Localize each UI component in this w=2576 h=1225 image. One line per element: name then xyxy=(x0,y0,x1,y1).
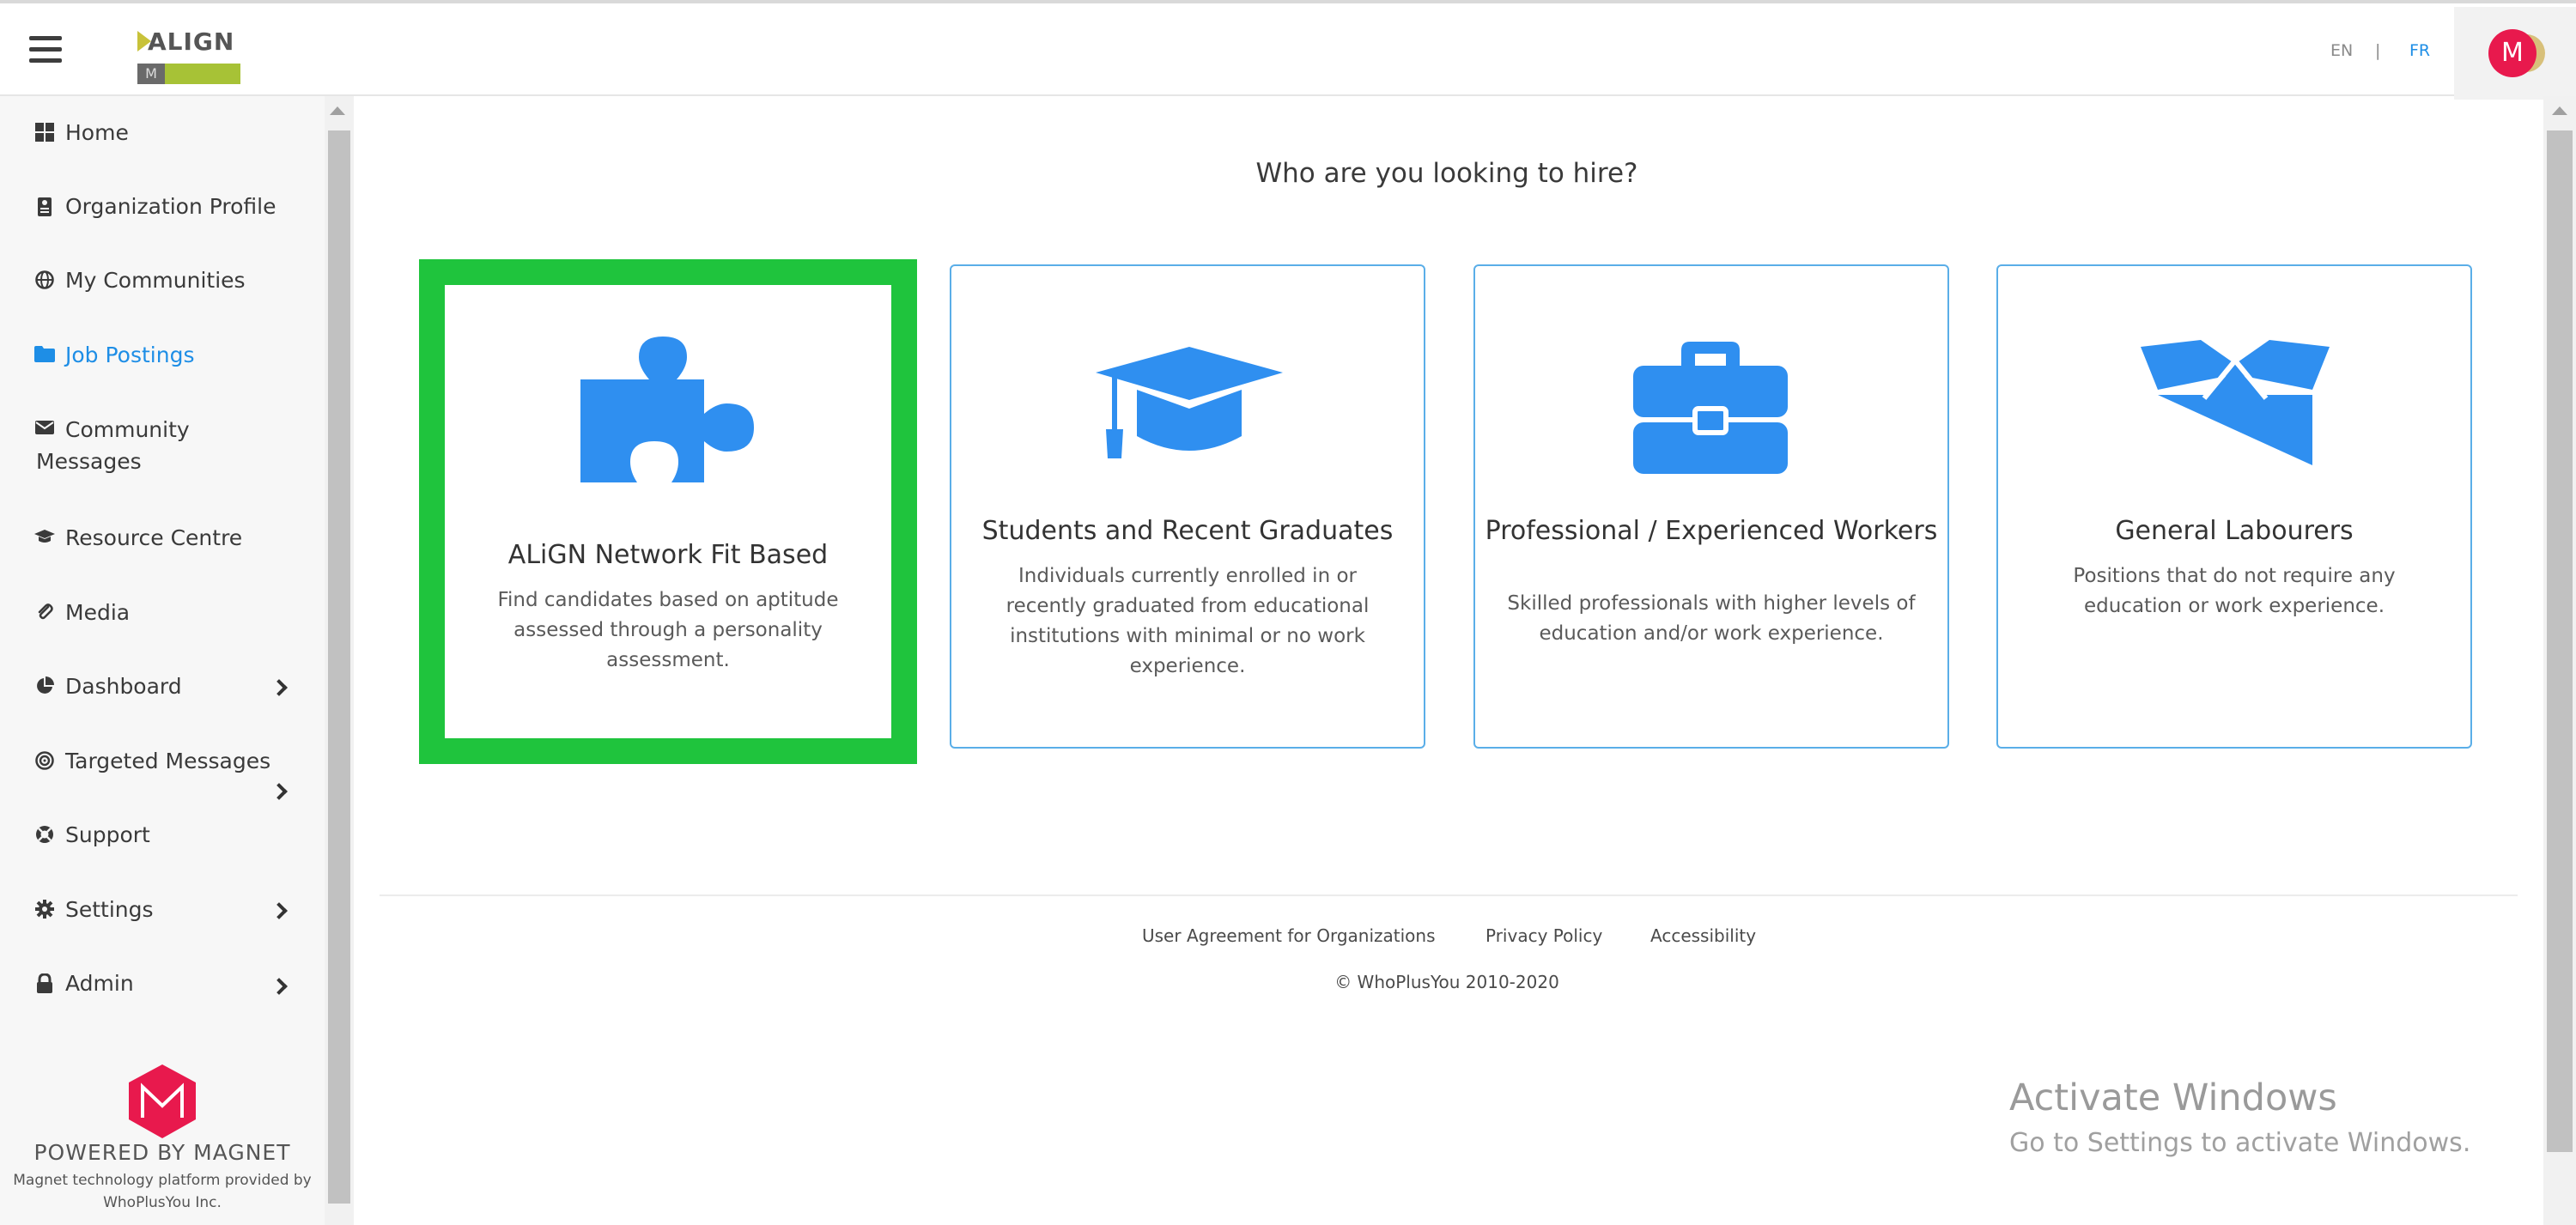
sidebar xyxy=(0,96,325,1225)
sidebar-item-dashboard[interactable]: Dashboard xyxy=(34,674,182,699)
graduation-cap-icon xyxy=(1096,347,1283,458)
sidebar-item-label: Dashboard xyxy=(65,674,182,699)
sidebar-item-label: Admin xyxy=(65,971,134,996)
sidebar-item-organization-profile[interactable]: Organization Profile xyxy=(34,194,276,219)
gear-icon xyxy=(34,899,55,920)
paperclip-icon xyxy=(34,603,55,623)
privacy-policy-link[interactable]: Privacy Policy xyxy=(1485,925,1602,946)
powered-note-line1: Magnet technology platform provided by xyxy=(13,1172,312,1189)
hamburger-menu-icon[interactable] xyxy=(29,36,62,64)
card-description: Positions that do not require any educat… xyxy=(2073,565,2396,617)
life-ring-icon xyxy=(34,825,55,846)
footer-divider xyxy=(380,894,2518,896)
sidebar-scrollbar-thumb[interactable] xyxy=(328,130,350,1204)
open-box-icon xyxy=(2141,340,2330,465)
sidebar-item-community-messages[interactable]: Community xyxy=(34,417,190,442)
language-en-link[interactable]: EN xyxy=(2330,41,2353,60)
card-description: Skilled professionals with higher levels… xyxy=(1507,592,1916,645)
language-separator: | xyxy=(2375,41,2381,60)
logo-magnet-mark: M xyxy=(137,64,165,84)
main-scrollbar-thumb[interactable] xyxy=(2547,130,2573,1152)
envelope-icon xyxy=(34,420,55,440)
sidebar-item-label: Settings xyxy=(65,897,154,922)
card-general-labourers[interactable]: General Labourers Positions that do not … xyxy=(1996,264,2472,749)
sidebar-item-label: Targeted Messages xyxy=(65,749,271,773)
sidebar-item-home[interactable]: Home xyxy=(34,120,129,145)
sidebar-item-support[interactable]: Support xyxy=(34,822,150,847)
card-align-network-fit[interactable]: ALiGN Network Fit Based Find candidates … xyxy=(419,259,917,764)
align-logo[interactable]: ALIGN M xyxy=(137,22,245,89)
card-description: Find candidates based on aptitude assess… xyxy=(497,589,839,671)
accessibility-link[interactable]: Accessibility xyxy=(1650,925,1756,946)
language-fr-link[interactable]: FR xyxy=(2409,41,2430,60)
card-professional-experienced-workers[interactable]: Professional / Experienced Workers Skill… xyxy=(1473,264,1949,749)
page-title: Who are you looking to hire? xyxy=(1255,158,1638,189)
puzzle-icon xyxy=(580,337,754,482)
sidebar-item-settings[interactable]: Settings xyxy=(34,897,154,922)
sidebar-item-job-postings[interactable]: Job Postings xyxy=(34,343,194,367)
top-header: ALIGN M EN | FR M xyxy=(0,0,2576,100)
windows-activation-subtitle: Go to Settings to activate Windows. xyxy=(2009,1128,2471,1158)
graduation-cap-icon xyxy=(34,528,55,549)
pie-chart-icon xyxy=(34,676,55,697)
globe-icon xyxy=(34,270,55,291)
sidebar-item-targeted-messages[interactable]: Targeted Messages xyxy=(34,749,270,773)
logo-text: ALIGN xyxy=(148,27,235,56)
avatar[interactable]: M xyxy=(2488,29,2537,77)
sidebar-item-label: Community xyxy=(65,417,190,442)
card-title: Professional / Experienced Workers xyxy=(1485,516,1938,546)
sidebar-item-label: My Communities xyxy=(65,268,246,293)
card-title: General Labourers xyxy=(2115,516,2354,546)
sidebar-item-resource-centre[interactable]: Resource Centre xyxy=(34,525,242,550)
windows-activation-title: Activate Windows xyxy=(2009,1076,2337,1119)
sidebar-item-label: Resource Centre xyxy=(65,525,243,550)
powered-by-note: Magnet technology platform provided by W… xyxy=(0,1169,325,1214)
card-title: ALiGN Network Fit Based xyxy=(507,540,829,570)
folder-icon xyxy=(34,345,55,366)
card-title: Students and Recent Graduates xyxy=(981,516,1394,546)
user-agreement-link[interactable]: User Agreement for Organizations xyxy=(1142,925,1436,946)
lock-icon xyxy=(34,972,55,994)
powered-note-line2: WhoPlusYou Inc. xyxy=(103,1194,222,1211)
powered-by-text: POWERED BY MAGNET xyxy=(33,1140,291,1165)
sidebar-item-label: Support xyxy=(65,822,150,847)
magnet-logo-icon xyxy=(129,1064,196,1138)
sidebar-item-label-line2: Messages xyxy=(36,449,142,474)
card-description: Individuals currently enrolled in or rec… xyxy=(1005,565,1370,677)
card-students-recent-graduates[interactable]: Students and Recent Graduates Individual… xyxy=(950,264,1425,749)
copyright-text: © WhoPlusYou 2010-2020 xyxy=(1334,972,1559,992)
main-scroll-up-icon[interactable] xyxy=(2552,106,2567,115)
id-card-icon xyxy=(34,197,55,217)
sidebar-item-label: Media xyxy=(65,600,131,625)
grid-icon xyxy=(34,122,55,143)
sidebar-item-label: Job Postings xyxy=(65,343,195,367)
target-icon xyxy=(34,750,55,772)
sidebar-item-admin[interactable]: Admin xyxy=(34,971,134,996)
sidebar-scroll-up-icon[interactable] xyxy=(330,106,345,115)
sidebar-item-media[interactable]: Media xyxy=(34,600,130,625)
user-menu[interactable]: M xyxy=(2454,7,2576,100)
sidebar-item-label: Organization Profile xyxy=(65,194,276,219)
sidebar-item-my-communities[interactable]: My Communities xyxy=(34,268,246,293)
briefcase-icon xyxy=(1633,342,1788,474)
sidebar-item-label: Home xyxy=(65,120,129,145)
